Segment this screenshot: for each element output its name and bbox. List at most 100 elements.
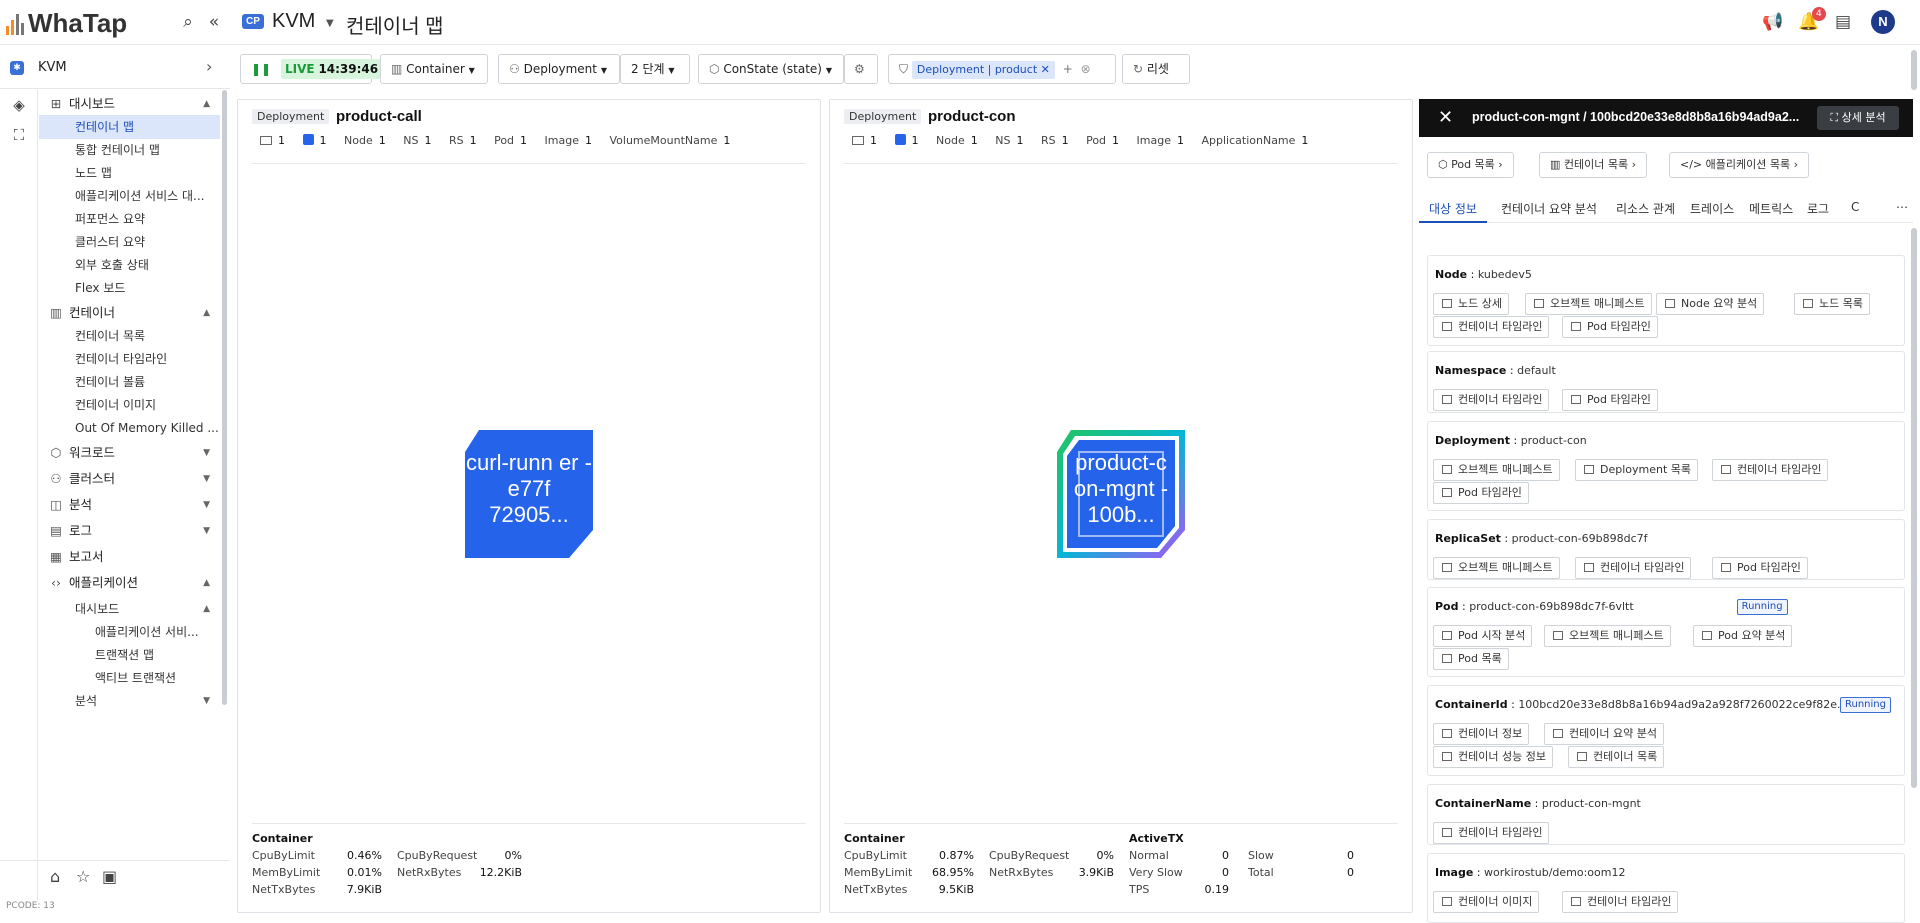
link-button[interactable]: 컨테이너 이미지 [1433, 891, 1540, 913]
link-button[interactable]: Pod 타임라인 [1562, 389, 1658, 411]
sidebar-scrollbar[interactable] [222, 90, 227, 705]
link-button[interactable]: 컨테이너 목록 [1568, 746, 1665, 768]
link-button[interactable]: 오브젝트 매니페스트 [1525, 293, 1652, 315]
detail-tab[interactable]: 메트릭스 [1749, 200, 1793, 217]
avatar[interactable]: N [1871, 10, 1895, 34]
detail-tab[interactable]: 트레이스 [1690, 200, 1734, 217]
sidebar-item[interactable]: ‹› 애플리케이션 ▲ [39, 571, 220, 595]
sidebar-item[interactable]: 분석 ▼ [39, 689, 220, 713]
chevron-down-icon[interactable]: ▼ [203, 519, 210, 543]
detail-tab[interactable]: 대상 정보 [1429, 200, 1477, 217]
link-button[interactable]: 오브젝트 매니페스트 [1433, 459, 1560, 481]
sidebar-item[interactable]: 애플리케이션 서비스 대... [39, 184, 220, 208]
chevron-up-icon[interactable]: ▲ [203, 92, 210, 116]
chevron-down-icon[interactable]: ▼ [203, 467, 210, 491]
sidebar-item[interactable]: ⬡ 워크로드 ▼ [39, 441, 220, 465]
sidebar-item[interactable]: ⊞ 대시보드 ▲ [39, 92, 220, 116]
sidebar-item[interactable]: 노드 맵 [39, 161, 220, 185]
link-button[interactable]: 노드 목록 [1794, 293, 1870, 315]
add-filter-icon[interactable]: + [1063, 62, 1073, 76]
depth-select[interactable]: 2 단계 ▼ [620, 54, 690, 84]
chevron-down-icon[interactable]: ▼ [203, 441, 210, 465]
deployment-select[interactable]: ⚇ Deployment ▼ [498, 54, 620, 84]
link-button[interactable]: Pod 목록 [1433, 648, 1509, 670]
sidebar-item[interactable]: 컨테이너 볼륨 [39, 370, 220, 394]
pause-icon[interactable]: ❚❚ [251, 55, 271, 83]
detail-tab[interactable]: C [1851, 200, 1859, 214]
sidebar-item[interactable]: ▥ 컨테이너 ▲ [39, 301, 220, 325]
filter-bar[interactable]: ⛉ Deployment | product ✕ + ⊗ [888, 54, 1116, 84]
link-button[interactable]: Pod 타임라인 [1433, 482, 1529, 504]
home-icon[interactable]: ⌂ [50, 867, 60, 886]
close-icon[interactable]: ✕ [1438, 107, 1453, 128]
detail-tab[interactable]: 리소스 관계 [1616, 200, 1675, 217]
container-node-curl-runner[interactable]: curl-runn er - e77f 72905... [465, 430, 593, 558]
link-button[interactable]: 컨테이너 타임라인 [1433, 822, 1550, 844]
detail-scrollbar[interactable] [1911, 228, 1917, 788]
chevron-down-icon[interactable]: ▼ [203, 493, 210, 517]
deployment-panel-product-con[interactable]: Deployment product-con 1 1 Node 1 NS 1 RS 1… [829, 99, 1413, 913]
link-button[interactable]: Node 요약 분석 [1656, 293, 1765, 315]
container-select[interactable]: ▥ Container ▼ [380, 54, 488, 84]
fullscreen-icon[interactable]: ⛶ [10, 126, 28, 144]
chevron-up-icon[interactable]: ▲ [203, 571, 210, 595]
sidebar-item[interactable]: 대시보드 ▲ [39, 597, 220, 621]
clear-filter-icon[interactable]: ⊗ [1081, 62, 1091, 76]
link-button[interactable]: Deployment 목록 [1575, 459, 1699, 481]
link-button[interactable]: 노드 상세 [1433, 293, 1509, 315]
sidebar-item[interactable]: 퍼포먼스 요약 [39, 207, 220, 231]
link-button[interactable]: 컨테이너 타임라인 [1433, 316, 1550, 338]
application-list-button[interactable]: </> 애플리케이션 목록 › [1669, 152, 1810, 178]
link-button[interactable]: 오브젝트 매니페스트 [1433, 557, 1560, 579]
link-button[interactable]: Pod 타임라인 [1712, 557, 1808, 579]
megaphone-icon[interactable]: 📢 [1762, 12, 1783, 32]
detail-scrollbar-top[interactable] [1911, 50, 1917, 90]
sidebar-item[interactable]: 통합 컨테이너 맵 [39, 138, 220, 162]
close-icon[interactable]: ✕ [1041, 63, 1050, 76]
search-icon[interactable]: ⌕ [178, 12, 198, 32]
sidebar-item[interactable]: ⚇ 클러스터 ▼ [39, 467, 220, 491]
sidebar-item[interactable]: ▦ 보고서 [39, 545, 220, 569]
link-button[interactable]: 컨테이너 정보 [1433, 723, 1530, 745]
collapse-sidebar-icon[interactable]: « [204, 12, 224, 32]
link-button[interactable]: Pod 요약 분석 [1693, 625, 1793, 647]
bookmark-search-icon[interactable]: ▣ [102, 867, 117, 886]
star-icon[interactable]: ☆ [76, 867, 90, 886]
paint-bucket-icon[interactable]: ◈ [10, 96, 28, 114]
container-node-product-con-mgnt[interactable]: product-c on-mgnt - 100b... [1057, 430, 1185, 558]
sidebar-item[interactable]: 외부 호출 상태 [39, 253, 220, 277]
detail-tab[interactable]: 로그 [1807, 200, 1829, 217]
sidebar-item[interactable]: 컨테이너 이미지 [39, 393, 220, 417]
link-button[interactable]: 컨테이너 타임라인 [1562, 891, 1679, 913]
chevron-down-icon[interactable]: ▼ [203, 689, 210, 713]
deployment-panel-product-call[interactable]: Deployment product-call 1 1 Node 1 NS 1 RS… [237, 99, 821, 913]
detail-tab[interactable]: 컨테이너 요약 분석 [1501, 200, 1597, 217]
link-button[interactable]: 컨테이너 타임라인 [1575, 557, 1692, 579]
sidebar-item[interactable]: 트랜잭션 맵 [39, 643, 220, 667]
detail-analysis-button[interactable]: ⛶ 상세 분석 [1817, 106, 1899, 130]
link-button[interactable]: 오브젝트 매니페스트 [1544, 625, 1671, 647]
sidebar-item[interactable]: ▤ 로그 ▼ [39, 519, 220, 543]
calendar-icon[interactable]: ▤ [1833, 12, 1853, 32]
sidebar-item[interactable]: Flex 보드 [39, 276, 220, 300]
sidebar-item[interactable]: Out Of Memory Killed ... [39, 416, 220, 440]
chevron-right-icon[interactable]: › [206, 57, 212, 76]
settings-button[interactable]: ⚙ [844, 54, 878, 84]
constate-select[interactable]: ⬡ ConState (state) ▼ [698, 54, 844, 84]
sidebar-item[interactable]: 액티브 트랜잭션 [39, 666, 220, 690]
link-button[interactable]: Pod 타임라인 [1562, 316, 1658, 338]
link-button[interactable]: 컨테이너 성능 정보 [1433, 746, 1553, 768]
more-tabs-icon[interactable]: ⋯ [1896, 200, 1908, 214]
sidebar-item[interactable]: 컨테이너 맵 [39, 115, 220, 139]
chevron-up-icon[interactable]: ▲ [203, 301, 210, 325]
whatap-logo[interactable]: WhaTap [6, 8, 127, 39]
project-name[interactable]: KVM [272, 10, 315, 33]
container-list-button[interactable]: ▥ 컨테이너 목록 › [1539, 152, 1648, 178]
sidebar-item[interactable]: ◫ 분석 ▼ [39, 493, 220, 517]
link-button[interactable]: 컨테이너 타임라인 [1433, 389, 1550, 411]
sidebar-item[interactable]: 컨테이너 목록 [39, 324, 220, 348]
link-button[interactable]: 컨테이너 요약 분석 [1544, 723, 1664, 745]
sidebar-item[interactable]: 클러스터 요약 [39, 230, 220, 254]
pod-list-button[interactable]: ⬡ Pod 목록 › [1427, 152, 1514, 178]
project-dropdown-icon[interactable]: ▼ [326, 18, 334, 29]
